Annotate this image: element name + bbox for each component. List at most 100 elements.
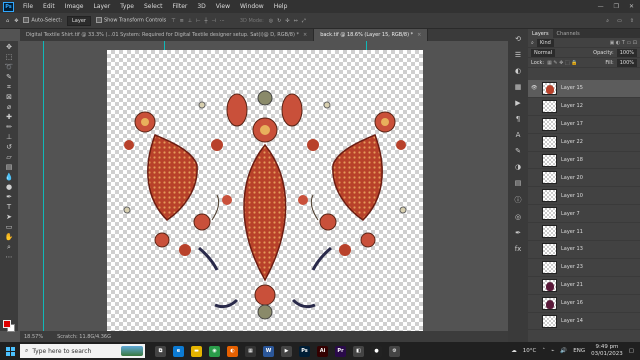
layer-row[interactable]: Layer 20 — [528, 169, 640, 188]
canvas-area[interactable] — [20, 41, 508, 331]
maximize-icon[interactable]: ❐ — [614, 3, 619, 10]
chrome-icon[interactable]: ◉ — [209, 345, 220, 357]
libraries-panel-icon[interactable]: ▤ — [515, 179, 522, 187]
menu-window[interactable]: Window — [235, 3, 269, 10]
roll-3d-icon[interactable]: ↻ — [277, 18, 281, 24]
home-icon[interactable]: ⌂ — [6, 18, 9, 24]
layer-row[interactable]: Layer 14 — [528, 313, 640, 331]
transform-controls-checkbox[interactable]: Show Transform Controls — [95, 17, 166, 24]
fill-input[interactable]: 100% — [616, 58, 637, 67]
close-tab-icon[interactable]: × — [417, 32, 421, 38]
slide-3d-icon[interactable]: ⇔ — [294, 18, 298, 24]
properties-panel-icon[interactable]: ☰ — [515, 51, 521, 59]
gradient-tool-icon[interactable]: ▤ — [4, 164, 14, 171]
layer-row[interactable]: Layer 17 — [528, 116, 640, 134]
shape-tool-icon[interactable]: ▭ — [4, 224, 14, 231]
menu-edit[interactable]: Edit — [38, 3, 60, 10]
layer-row[interactable]: Layer 12 — [528, 98, 640, 116]
layer-row[interactable]: Layer 21 — [528, 277, 640, 295]
align-left-icon[interactable]: ⊢ — [196, 18, 200, 24]
start-button[interactable] — [0, 342, 20, 360]
dodge-tool-icon[interactable]: ● — [4, 184, 14, 191]
pan-3d-icon[interactable]: ✣ — [285, 18, 289, 24]
layer-row[interactable]: Layer 18 — [528, 152, 640, 170]
explorer-icon[interactable]: ▬ — [191, 345, 202, 357]
layer-row[interactable]: Layer 13 — [528, 241, 640, 259]
premiere-icon[interactable]: Pr — [335, 345, 346, 357]
move-tool-icon[interactable]: ✥ — [14, 18, 18, 24]
zoom-tool-icon[interactable]: ⌕ — [4, 244, 14, 251]
tab-digital-textile-shirt[interactable]: Digital Textile Shirt.tif @ 33.3% (...01… — [20, 29, 315, 41]
weather-temp[interactable]: 10°C — [523, 348, 537, 354]
volume-icon[interactable]: 🔊 — [560, 348, 567, 354]
kind-filter-dropdown[interactable]: Kind — [536, 38, 554, 47]
color-panel-icon[interactable]: ◐ — [515, 67, 521, 75]
auto-select-dropdown[interactable]: Layer — [67, 15, 91, 26]
circle-icon[interactable]: ● — [371, 345, 382, 357]
illustrator-icon[interactable]: Ai — [317, 345, 328, 357]
brush-panel-icon[interactable]: ✎ — [515, 147, 521, 155]
align-bottom-icon[interactable]: ⊥ — [188, 18, 192, 24]
character-panel-icon[interactable]: A — [516, 131, 521, 139]
clock[interactable]: 9:49 pm 03/01/2023 — [591, 344, 623, 358]
hand-tool-icon[interactable]: ✋ — [4, 234, 14, 241]
layer-row[interactable]: Layer 16 — [528, 295, 640, 313]
align-center-icon[interactable]: ┼ — [204, 18, 207, 24]
align-top-icon[interactable]: ⊤ — [171, 18, 175, 24]
tab-back[interactable]: back.tif @ 18.6% (Layer 15, RGB/8) * × — [314, 29, 429, 41]
pen-tool-icon[interactable]: ✒ — [4, 194, 14, 201]
styles-panel-icon[interactable]: fx — [515, 245, 522, 253]
paragraph-panel-icon[interactable]: ¶ — [516, 115, 520, 123]
photoshop-icon[interactable]: Ps — [299, 345, 310, 357]
opacity-input[interactable]: 100% — [616, 48, 637, 57]
play-action-icon[interactable]: ▶ — [515, 99, 520, 107]
paths-panel-icon[interactable]: ✒ — [515, 229, 521, 237]
document-canvas[interactable] — [107, 50, 423, 331]
layer-row[interactable]: Layer 23 — [528, 259, 640, 277]
menu-filter[interactable]: Filter — [168, 3, 193, 10]
layer-row[interactable]: Layer 7 — [528, 205, 640, 224]
layer-row[interactable]: Layer 22 — [528, 134, 640, 152]
search-icon[interactable]: ⌕ — [606, 18, 609, 24]
type-tool-icon[interactable]: T — [4, 204, 14, 211]
eraser-tool-icon[interactable]: ▱ — [4, 154, 14, 161]
orbit-3d-icon[interactable]: ◎ — [269, 18, 273, 24]
menu-type[interactable]: Type — [115, 3, 139, 10]
blend-mode-dropdown[interactable]: Normal — [531, 48, 556, 57]
notification-icon[interactable]: ▢ — [629, 348, 634, 354]
foreground-color-swatch[interactable] — [3, 320, 11, 328]
layer-row[interactable]: 👁 Layer 15 — [528, 80, 640, 98]
auto-select-checkbox[interactable]: Auto-Select: — [23, 17, 62, 24]
blur-tool-icon[interactable]: 💧 — [4, 174, 14, 181]
menu-layer[interactable]: Layer — [88, 3, 115, 10]
edge-icon[interactable]: e — [173, 345, 184, 357]
menu-file[interactable]: File — [18, 3, 38, 10]
brush-tool-icon[interactable]: ✏ — [4, 124, 14, 131]
layer-row[interactable]: Layer 11 — [528, 223, 640, 242]
align-right-icon[interactable]: ⊣ — [212, 18, 216, 24]
firefox-icon[interactable]: ◐ — [227, 345, 238, 357]
align-middle-icon[interactable]: ≡ — [180, 18, 184, 24]
lasso-tool-icon[interactable]: ➰ — [4, 64, 14, 71]
move-tool-icon[interactable]: ✥ — [4, 44, 14, 51]
minimize-icon[interactable]: — — [598, 3, 604, 10]
swatches-panel-icon[interactable]: ▦ — [515, 83, 522, 91]
visibility-eye-icon[interactable]: 👁 — [531, 85, 538, 91]
history-panel-icon[interactable]: ⟲ — [515, 35, 521, 43]
scale-3d-icon[interactable]: ⤢ — [302, 18, 306, 24]
menu-select[interactable]: Select — [139, 3, 168, 10]
quick-select-tool-icon[interactable]: ✎ — [4, 74, 14, 81]
zoom-level[interactable]: 18.57% — [24, 334, 43, 340]
healing-brush-icon[interactable]: ✚ — [4, 114, 14, 121]
eyedropper-tool-icon[interactable]: ⌀ — [4, 104, 14, 111]
close-tab-icon[interactable]: × — [303, 32, 307, 38]
filter-icons[interactable]: ▣ ◐ T ▭ ⊡ — [610, 40, 637, 46]
path-select-icon[interactable]: ➤ — [4, 214, 14, 221]
word-icon[interactable]: W — [263, 345, 274, 357]
channels-panel-icon[interactable]: ◎ — [515, 213, 521, 221]
crop-tool-icon[interactable]: ⌗ — [4, 84, 14, 91]
tray-chevron-icon[interactable]: ˄ — [542, 348, 545, 354]
tab-layers[interactable]: Layers — [528, 29, 553, 38]
settings-icon[interactable]: ⚙ — [389, 345, 400, 357]
close-icon[interactable]: ✕ — [629, 3, 634, 10]
